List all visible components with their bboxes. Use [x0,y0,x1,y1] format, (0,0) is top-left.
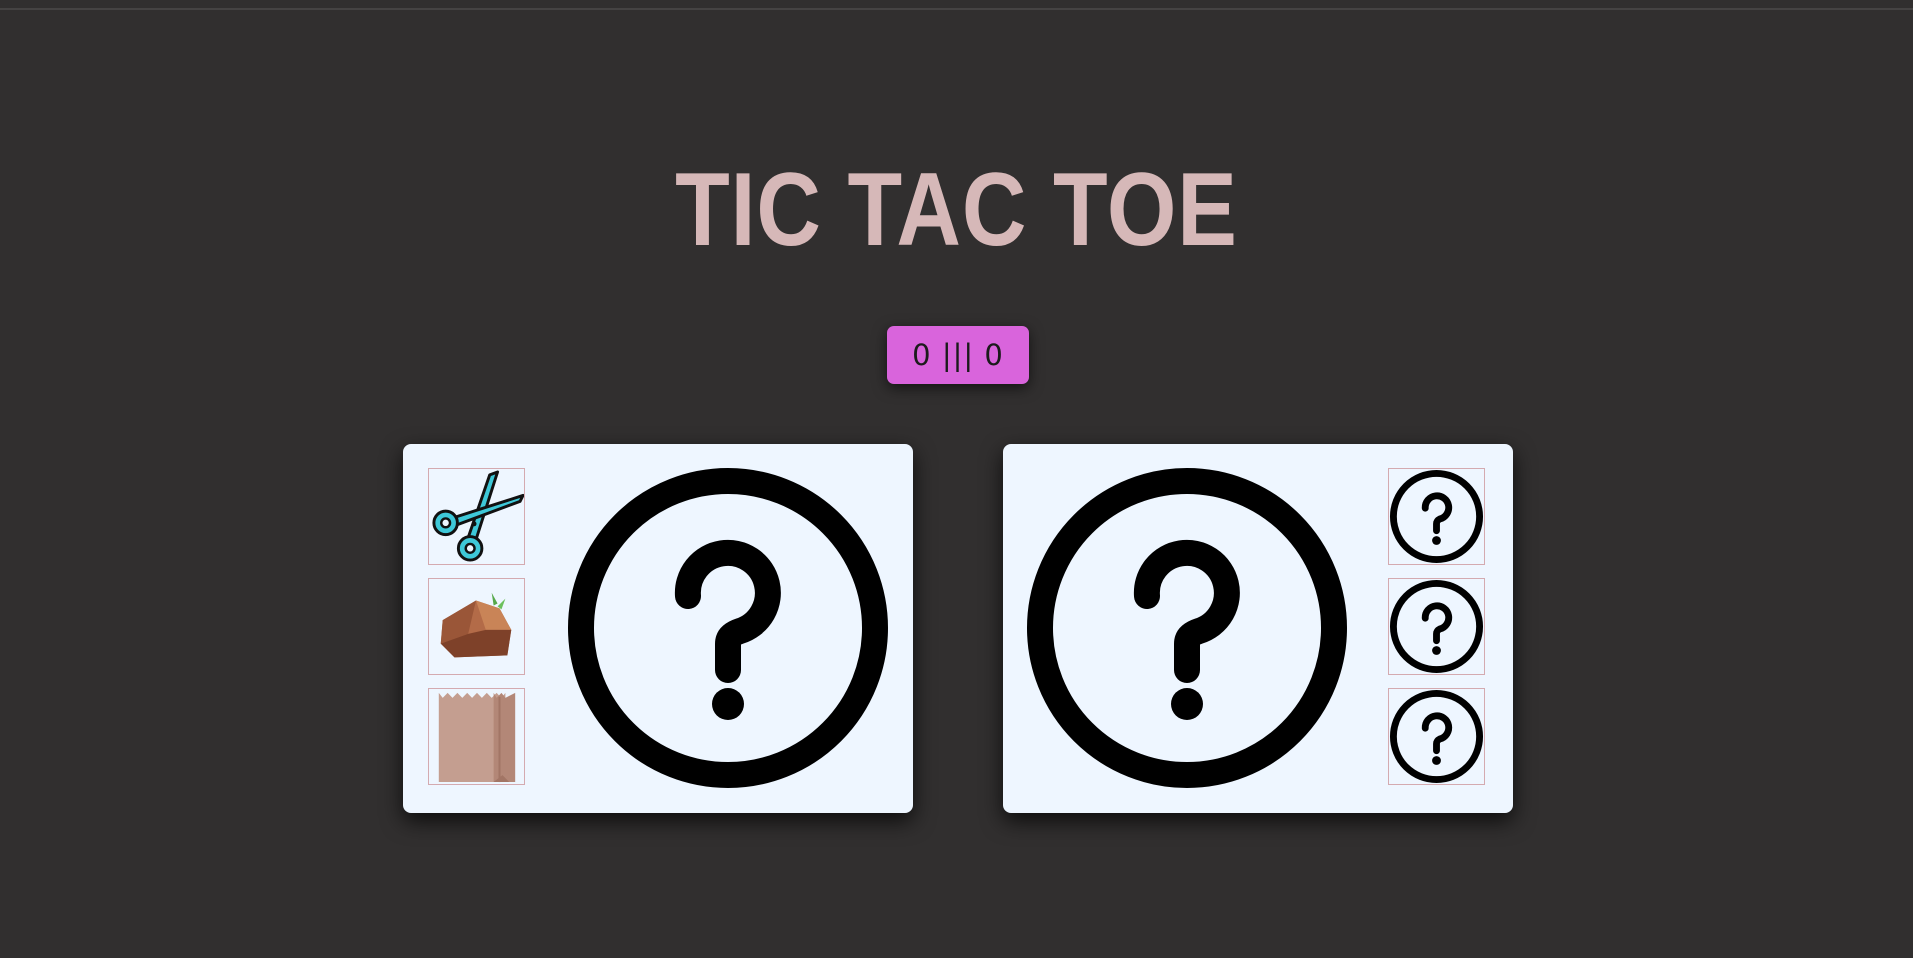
computer-choice-slot [1388,468,1485,565]
computer-choice-slot [1388,688,1485,785]
computer-selection-question-icon [1027,468,1347,788]
score-badge: 0 ||| 0 [887,326,1029,384]
rock-icon [440,592,512,658]
player-panel [403,444,913,813]
computer-panel [1003,444,1513,813]
paper-bag-icon [438,692,516,783]
player-selection-question-icon [568,468,888,788]
rock-choice-button[interactable] [428,578,525,675]
question-circle-icon [1389,689,1484,784]
computer-score: 0 [984,338,1004,372]
score-separator: ||| [941,338,975,372]
question-circle-icon [1389,469,1484,564]
top-divider [0,8,1913,10]
paper-choice-button[interactable] [428,688,525,785]
computer-choice-slot [1388,578,1485,675]
question-circle-icon [1389,579,1484,674]
scissors-icon [432,470,524,562]
scissors-choice-button[interactable] [428,468,525,565]
page-title: TIC TAC TOE [675,152,1238,268]
player-score: 0 [912,338,932,372]
